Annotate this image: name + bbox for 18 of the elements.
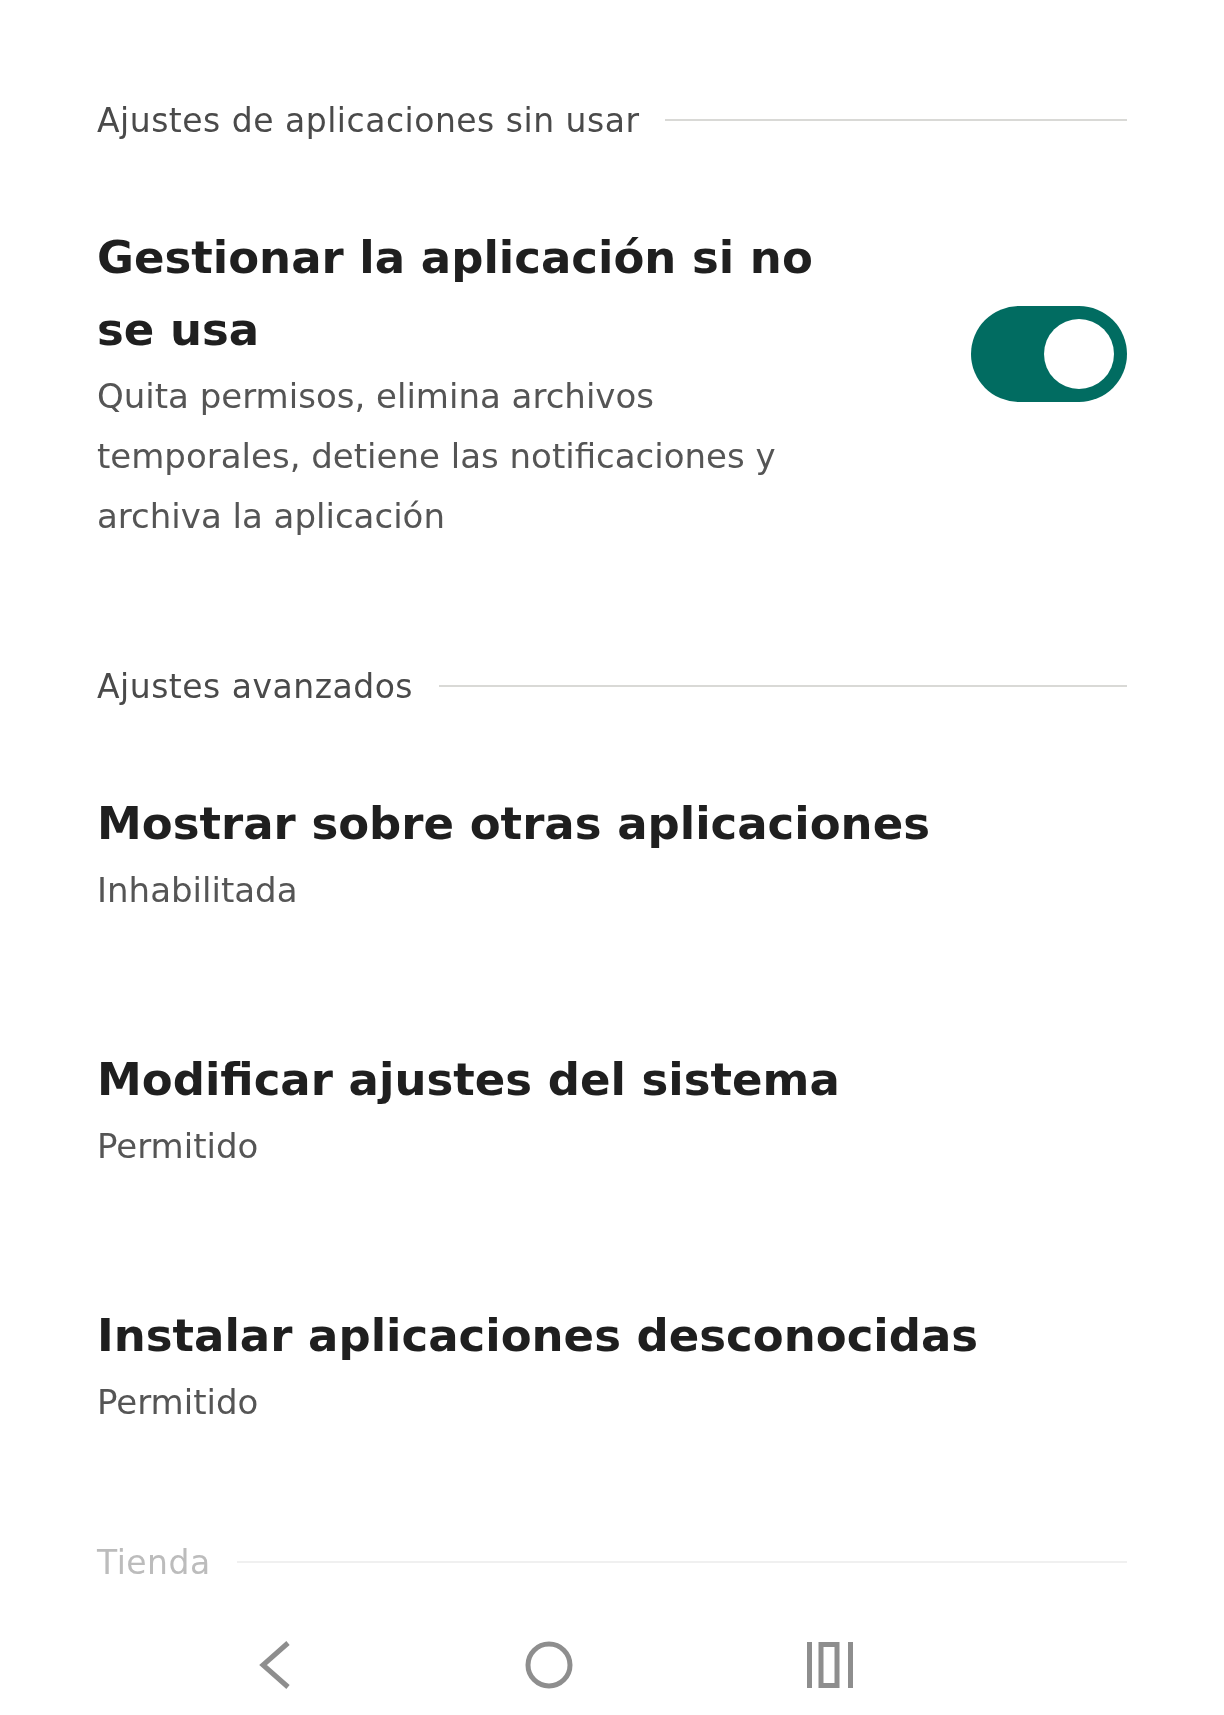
setting-value: Inhabilitada <box>97 869 299 912</box>
setting-title: Instalar aplicaciones desconocidas <box>97 1308 980 1364</box>
section-header: Ajustes de aplicaciones sin usar <box>97 100 640 140</box>
back-icon[interactable] <box>258 1640 292 1690</box>
setting-value: Permitido <box>97 1381 260 1424</box>
setting-row[interactable]: Instalar aplicaciones desconocidas Permitido <box>97 1176 1127 1432</box>
setting-row[interactable]: Gestionar la aplicación si no se usa Quita permisos, elimina archivos temporales, detiene las notificaciones y archiva la aplicación <box>97 150 1127 546</box>
setting-value: Permitido <box>97 1125 260 1168</box>
setting-row[interactable]: Modificar ajustes del sistema Permitido <box>97 920 1127 1176</box>
recent-apps-icon[interactable] <box>806 1642 854 1688</box>
setting-title: Modificar ajustes del sistema <box>97 1052 841 1108</box>
setting-row[interactable]: Mostrar sobre otras aplicaciones Inhabilitada <box>97 716 1127 920</box>
home-icon[interactable] <box>524 1640 574 1690</box>
setting-title: Mostrar sobre otras aplicaciones <box>97 796 931 852</box>
setting-description: Quita permisos, elimina archivos temporales, detiene las notificaciones y archiva la aplicación <box>97 375 777 538</box>
section-header: Tienda <box>97 1542 211 1582</box>
setting-title: Gestionar la aplicación si no se usa <box>97 230 814 358</box>
section-header: Ajustes avanzados <box>97 666 414 706</box>
